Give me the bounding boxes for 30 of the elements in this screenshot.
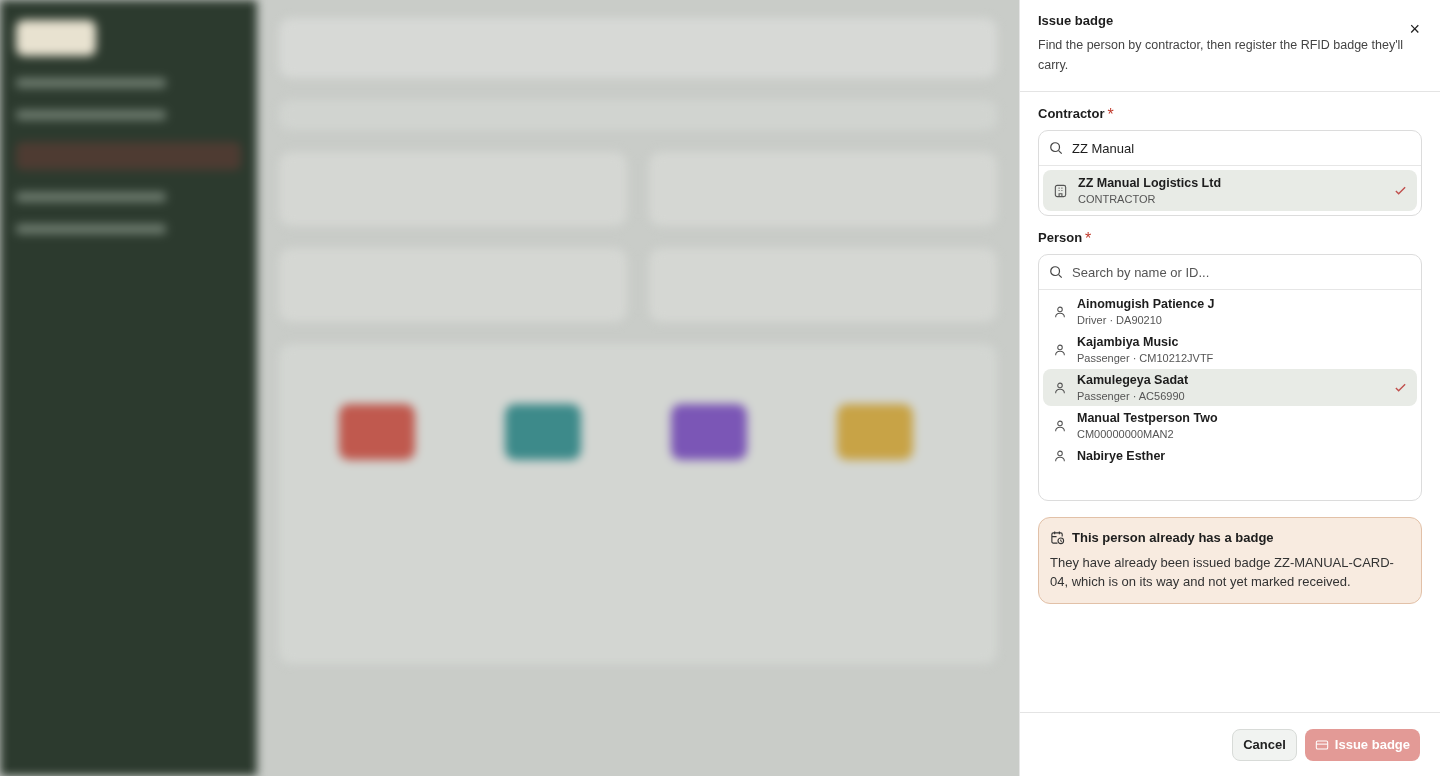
- person-option[interactable]: Ainomugish Patience J Driver · DA90210: [1043, 293, 1417, 330]
- drawer-title: Issue badge: [1038, 13, 1115, 28]
- check-icon: [1394, 184, 1407, 197]
- person-icon: [1053, 418, 1067, 433]
- person-icon: [1053, 380, 1067, 395]
- drawer-subtitle: Find the person by contractor, then register the RFID badge they'll carry.: [1038, 37, 1405, 74]
- field-label: Contractor: [1038, 106, 1105, 123]
- check-icon: [1394, 381, 1407, 394]
- search-icon: [1049, 141, 1063, 155]
- notice-text: They have already been issued badge ZZ-MANUAL-CARD-04, which is on its way and not yet marked received.: [1050, 554, 1395, 591]
- person-icon: [1053, 342, 1067, 357]
- required-mark: *: [1085, 230, 1092, 248]
- cancel-button[interactable]: Cancel: [1232, 728, 1297, 761]
- close-button[interactable]: ×: [1407, 19, 1422, 40]
- person-option[interactable]: Kamulegeya Sadat Passenger · AC56990: [1043, 369, 1417, 406]
- search-icon: [1049, 265, 1063, 279]
- notice-title: This person already has a badge: [1072, 530, 1274, 545]
- contractor-option[interactable]: ZZ Manual Logistics Ltd CONTRACTOR: [1043, 170, 1417, 211]
- person-icon: [1053, 304, 1067, 319]
- person-search-field[interactable]: Search by name or ID...: [1070, 263, 1411, 281]
- person-option[interactable]: Nabirye Esther: [1043, 445, 1417, 467]
- person-option[interactable]: Manual Testperson Two CM00000000MAN2: [1043, 407, 1417, 444]
- calendar-clock-icon: [1050, 530, 1065, 545]
- contractor-search-field[interactable]: ZZ Manual: [1070, 139, 1411, 157]
- person-option[interactable]: Kajambiya Music Passenger · CM10212JVTF: [1043, 331, 1417, 368]
- required-mark: *: [1107, 106, 1114, 124]
- building-icon: [1053, 183, 1068, 198]
- person-icon: [1053, 449, 1067, 463]
- field-label: Person: [1038, 230, 1083, 247]
- card-icon: [1314, 737, 1329, 752]
